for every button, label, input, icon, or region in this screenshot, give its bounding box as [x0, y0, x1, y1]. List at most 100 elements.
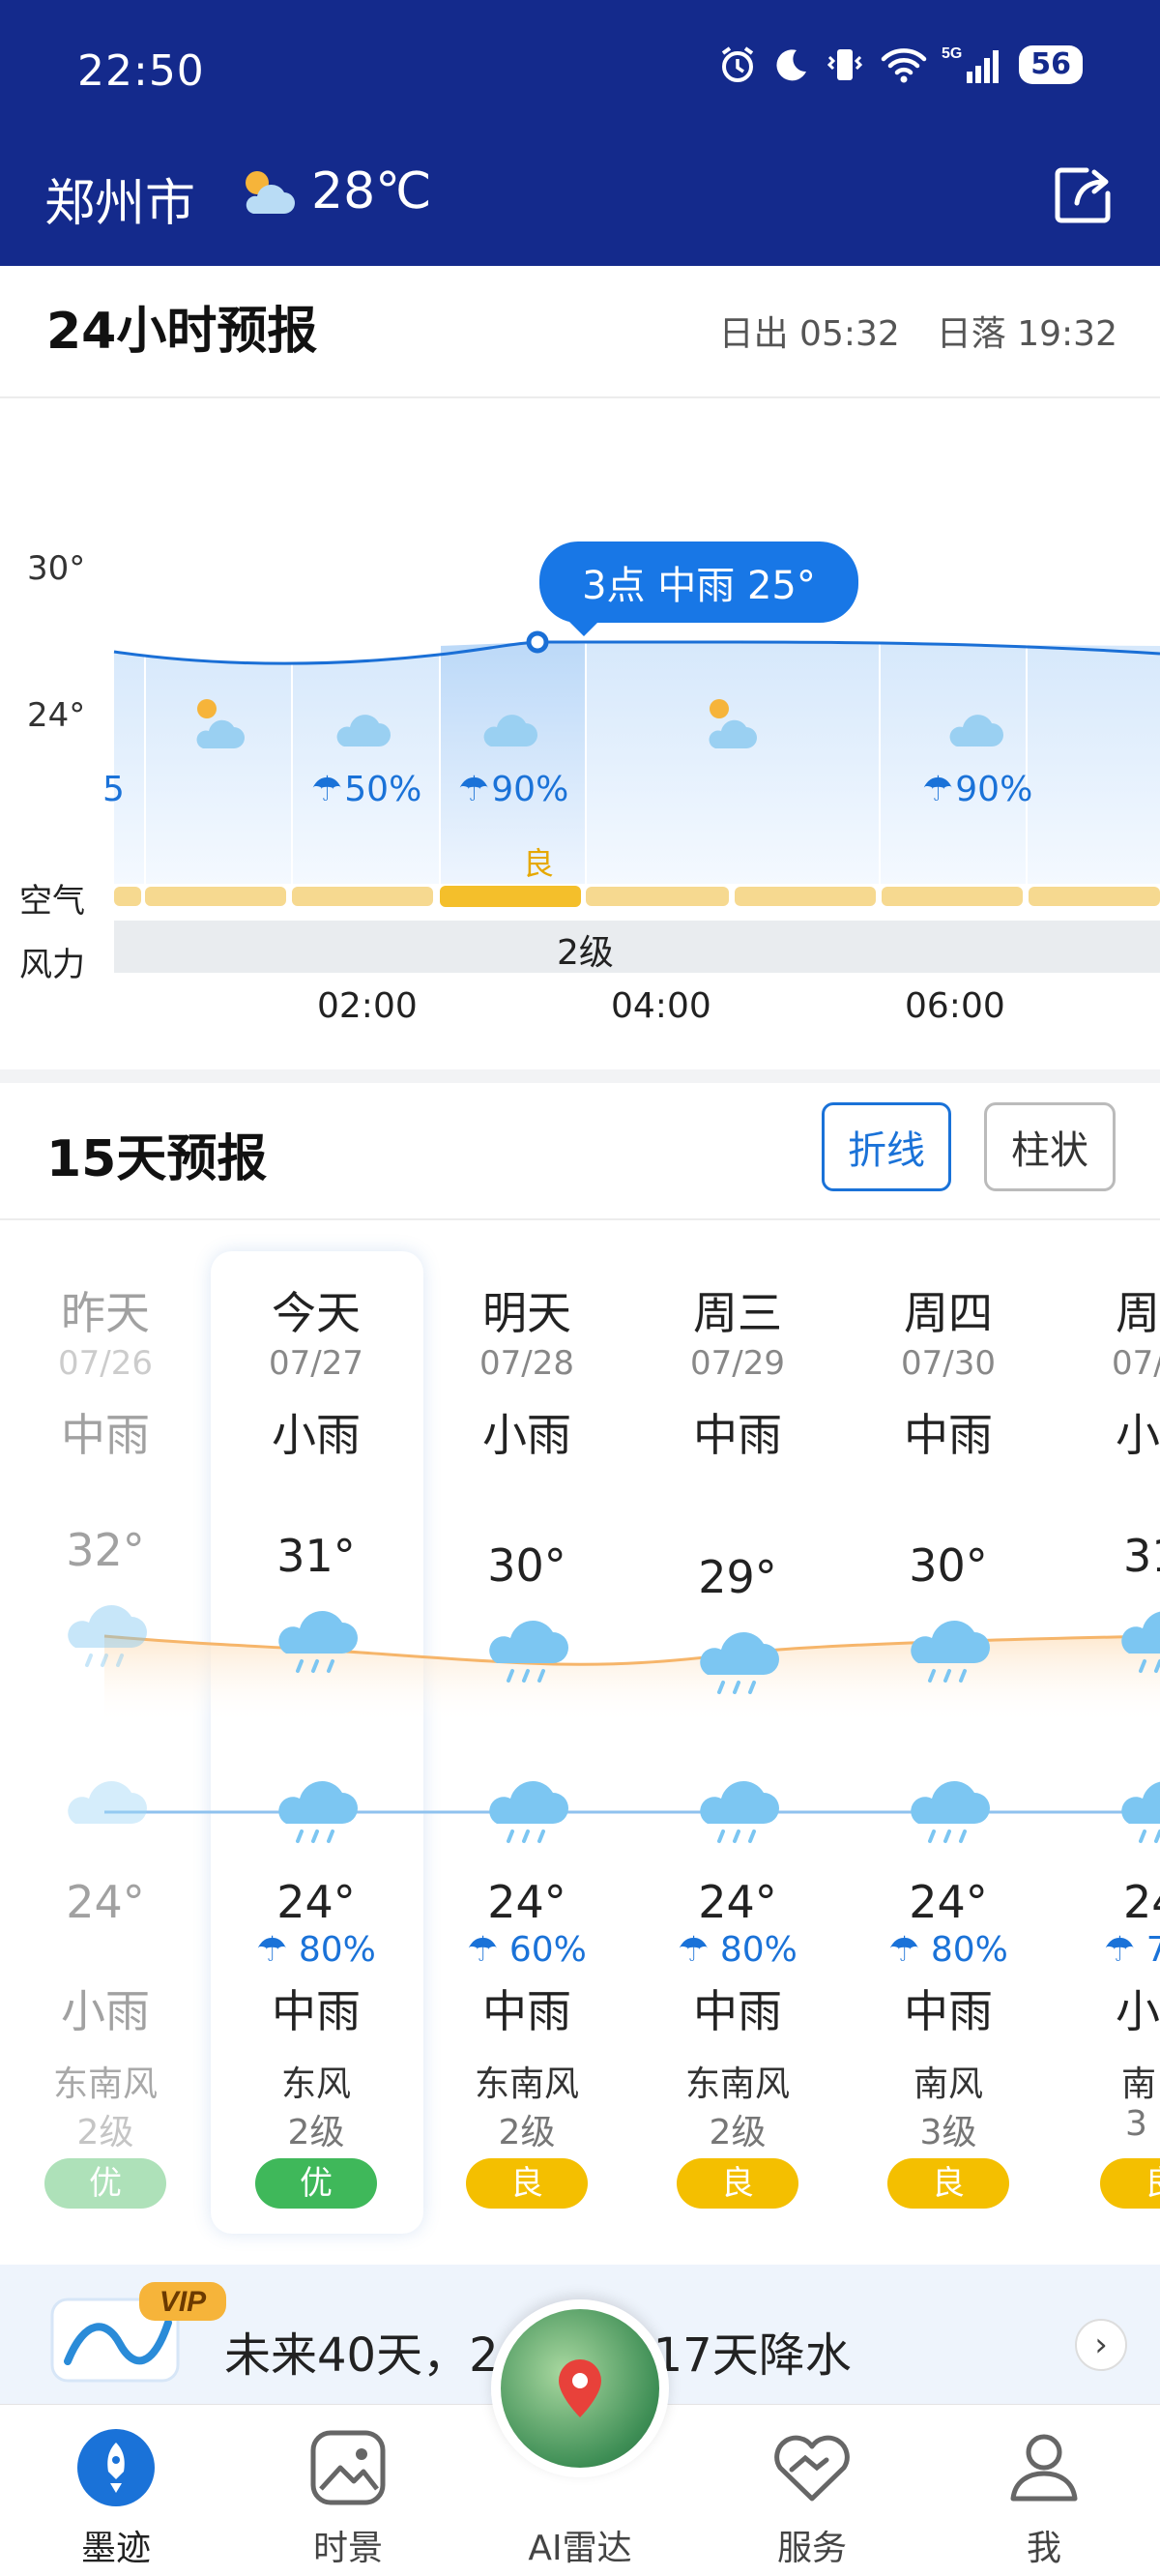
- aqi-badge: 良: [677, 2158, 798, 2209]
- hour-label: 06:00: [905, 986, 1005, 1026]
- precip-chance: ☂ 80%: [678, 1930, 798, 1970]
- app-header: 22:50 5G 56 郑州市 28℃: [0, 0, 1160, 266]
- share-icon[interactable]: [1048, 161, 1117, 230]
- rain-cloud-icon: [1121, 1781, 1160, 1843]
- image-icon: [310, 2430, 386, 2505]
- night-weather: 小: [1116, 1985, 1160, 2037]
- partly-cloudy-icon: [246, 171, 295, 214]
- aqi-badge: 良: [1100, 2158, 1160, 2209]
- chevron-right-icon[interactable]: ›: [1075, 2319, 1127, 2371]
- umbrella-icon: ☂: [922, 770, 954, 809]
- day-column[interactable]: 周 07/ 小 31 24 ☂ 7 小 南 3 良: [1054, 1222, 1160, 2257]
- rain-cloud-icon: [68, 1605, 147, 1667]
- nav-label: 时景: [312, 2529, 383, 2568]
- aqi-badge: 优: [255, 2158, 377, 2209]
- svg-text:5G: 5G: [942, 45, 962, 62]
- umbrella-icon: ☂: [467, 1930, 509, 1970]
- wind-level: 3: [1125, 2104, 1147, 2144]
- day-column[interactable]: 周三 07/29 中雨 29° 24° ☂ 80% 中雨 东南风 2级 良: [632, 1222, 843, 2257]
- precip-chance: ☂ 7: [1104, 1930, 1160, 1970]
- air-quality-bar: [145, 887, 286, 906]
- wind-level: 2级: [287, 2113, 345, 2152]
- aqi-badge: 良: [466, 2158, 588, 2209]
- day-column-today[interactable]: 今天 07/27 小雨 31° 24° ☂ 80% 中雨 东风 2级 优: [211, 1222, 421, 2257]
- wind-direction: 东风: [280, 2064, 351, 2104]
- wind-direction: 东南风: [474, 2064, 579, 2104]
- low-temp: 24°: [276, 1876, 356, 1928]
- rain-cloud-icon: [489, 1621, 568, 1683]
- air-quality-bar: [440, 886, 581, 907]
- rain-cloud-icon: [911, 1781, 990, 1843]
- low-temp: 24°: [66, 1876, 145, 1928]
- air-quality-bar: [882, 887, 1023, 906]
- wind-row-label: 风力: [19, 946, 85, 984]
- wind-level: 2级: [557, 933, 614, 973]
- rain-cloud-icon: [1121, 1611, 1160, 1673]
- high-temp: 31°: [276, 1530, 356, 1582]
- precip-chance: ☂ 90%: [458, 770, 569, 809]
- vibrate-icon: [827, 49, 863, 80]
- day-weather: 小雨: [482, 1409, 571, 1461]
- night-weather: 中雨: [904, 1985, 993, 2037]
- day-date: 07/26: [58, 1344, 153, 1383]
- umbrella-icon: ☂: [256, 1930, 299, 1970]
- status-icons: 5G 56: [717, 44, 1083, 85]
- status-time: 22:50: [77, 46, 205, 96]
- air-quality-bar: [735, 887, 876, 906]
- precip-chance: ☂ 80%: [888, 1930, 1008, 1970]
- day-date: 07/29: [690, 1344, 785, 1383]
- wind-direction: 东南风: [52, 2064, 158, 2104]
- wind-bar: [114, 921, 1160, 973]
- nav-item-services[interactable]: 服务: [725, 2427, 899, 2570]
- precip-chance: 5: [102, 770, 125, 809]
- umbrella-icon: ☂: [888, 1930, 931, 1970]
- day-date: 07/28: [479, 1344, 574, 1383]
- rocket-icon: [77, 2429, 155, 2506]
- high-temp: 30°: [487, 1539, 566, 1592]
- high-temp: 31: [1123, 1530, 1160, 1582]
- rain-cloud-icon: [700, 1781, 779, 1843]
- aqi-badge: 优: [44, 2158, 166, 2209]
- day-column[interactable]: 明天 07/28 小雨 30° 24° ☂ 60% 中雨 东南风 2级 良: [421, 1222, 632, 2257]
- day-name: 昨天: [61, 1287, 150, 1339]
- selected-hour-point: [526, 630, 549, 654]
- moon-icon: [776, 49, 807, 81]
- daily-forecast-list[interactable]: 昨天 07/26 中雨 32° 24° 小雨 东南风 2级 优 今天 07/27…: [0, 1222, 1160, 2257]
- location-pin-icon: [559, 2359, 601, 2417]
- air-quality-bar: [292, 887, 433, 906]
- heart-handshake-icon: [774, 2435, 850, 2502]
- nav-item-me[interactable]: 我: [957, 2427, 1131, 2570]
- wind-direction: 南风: [913, 2064, 983, 2104]
- umbrella-icon: ☂: [458, 770, 490, 809]
- battery-indicator: 56: [1019, 45, 1083, 84]
- cloud-icon: [68, 1781, 147, 1824]
- nav-item-scenery[interactable]: 时景: [261, 2427, 435, 2570]
- bar-view-toggle[interactable]: 柱状: [984, 1102, 1116, 1191]
- nav-item-moji[interactable]: 墨迹: [29, 2427, 203, 2570]
- day-weather: 中雨: [61, 1409, 150, 1461]
- alarm-icon: [722, 46, 754, 82]
- day-name: 明天: [482, 1287, 571, 1339]
- hour-label: 04:00: [611, 986, 711, 1026]
- day-weather: 中雨: [693, 1409, 782, 1461]
- day-weather: 小: [1116, 1409, 1160, 1461]
- day-date: 07/: [1112, 1344, 1160, 1383]
- line-view-toggle[interactable]: 折线: [822, 1102, 951, 1191]
- vip-badge: VIP: [160, 2286, 207, 2318]
- wind-level: 3级: [919, 2113, 977, 2152]
- rain-cloud-icon: [278, 1611, 358, 1673]
- air-quality-bar: [114, 887, 141, 906]
- rain-cloud-icon: [911, 1621, 990, 1683]
- city-name[interactable]: 郑州市: [44, 162, 195, 235]
- low-temp: 24°: [487, 1876, 566, 1928]
- precip-chance: ☂ 50%: [311, 770, 422, 809]
- wind-direction: 南: [1121, 2064, 1157, 2104]
- day-column[interactable]: 周四 07/30 中雨 30° 24° ☂ 80% 中雨 南风 3级 良: [843, 1222, 1054, 2257]
- day-name: 今天: [272, 1287, 361, 1339]
- hourly-forecast-title: 24小时预报: [46, 303, 318, 361]
- selected-hour-tooltip: 3点 中雨 25°: [539, 542, 858, 636]
- hourly-temperature-chart[interactable]: [0, 406, 1160, 890]
- ai-radar-button[interactable]: [491, 2299, 669, 2477]
- day-column-yesterday[interactable]: 昨天 07/26 中雨 32° 24° 小雨 东南风 2级 优: [0, 1222, 211, 2257]
- sun-times: 日出 05:32 日落 19:32: [719, 306, 1117, 356]
